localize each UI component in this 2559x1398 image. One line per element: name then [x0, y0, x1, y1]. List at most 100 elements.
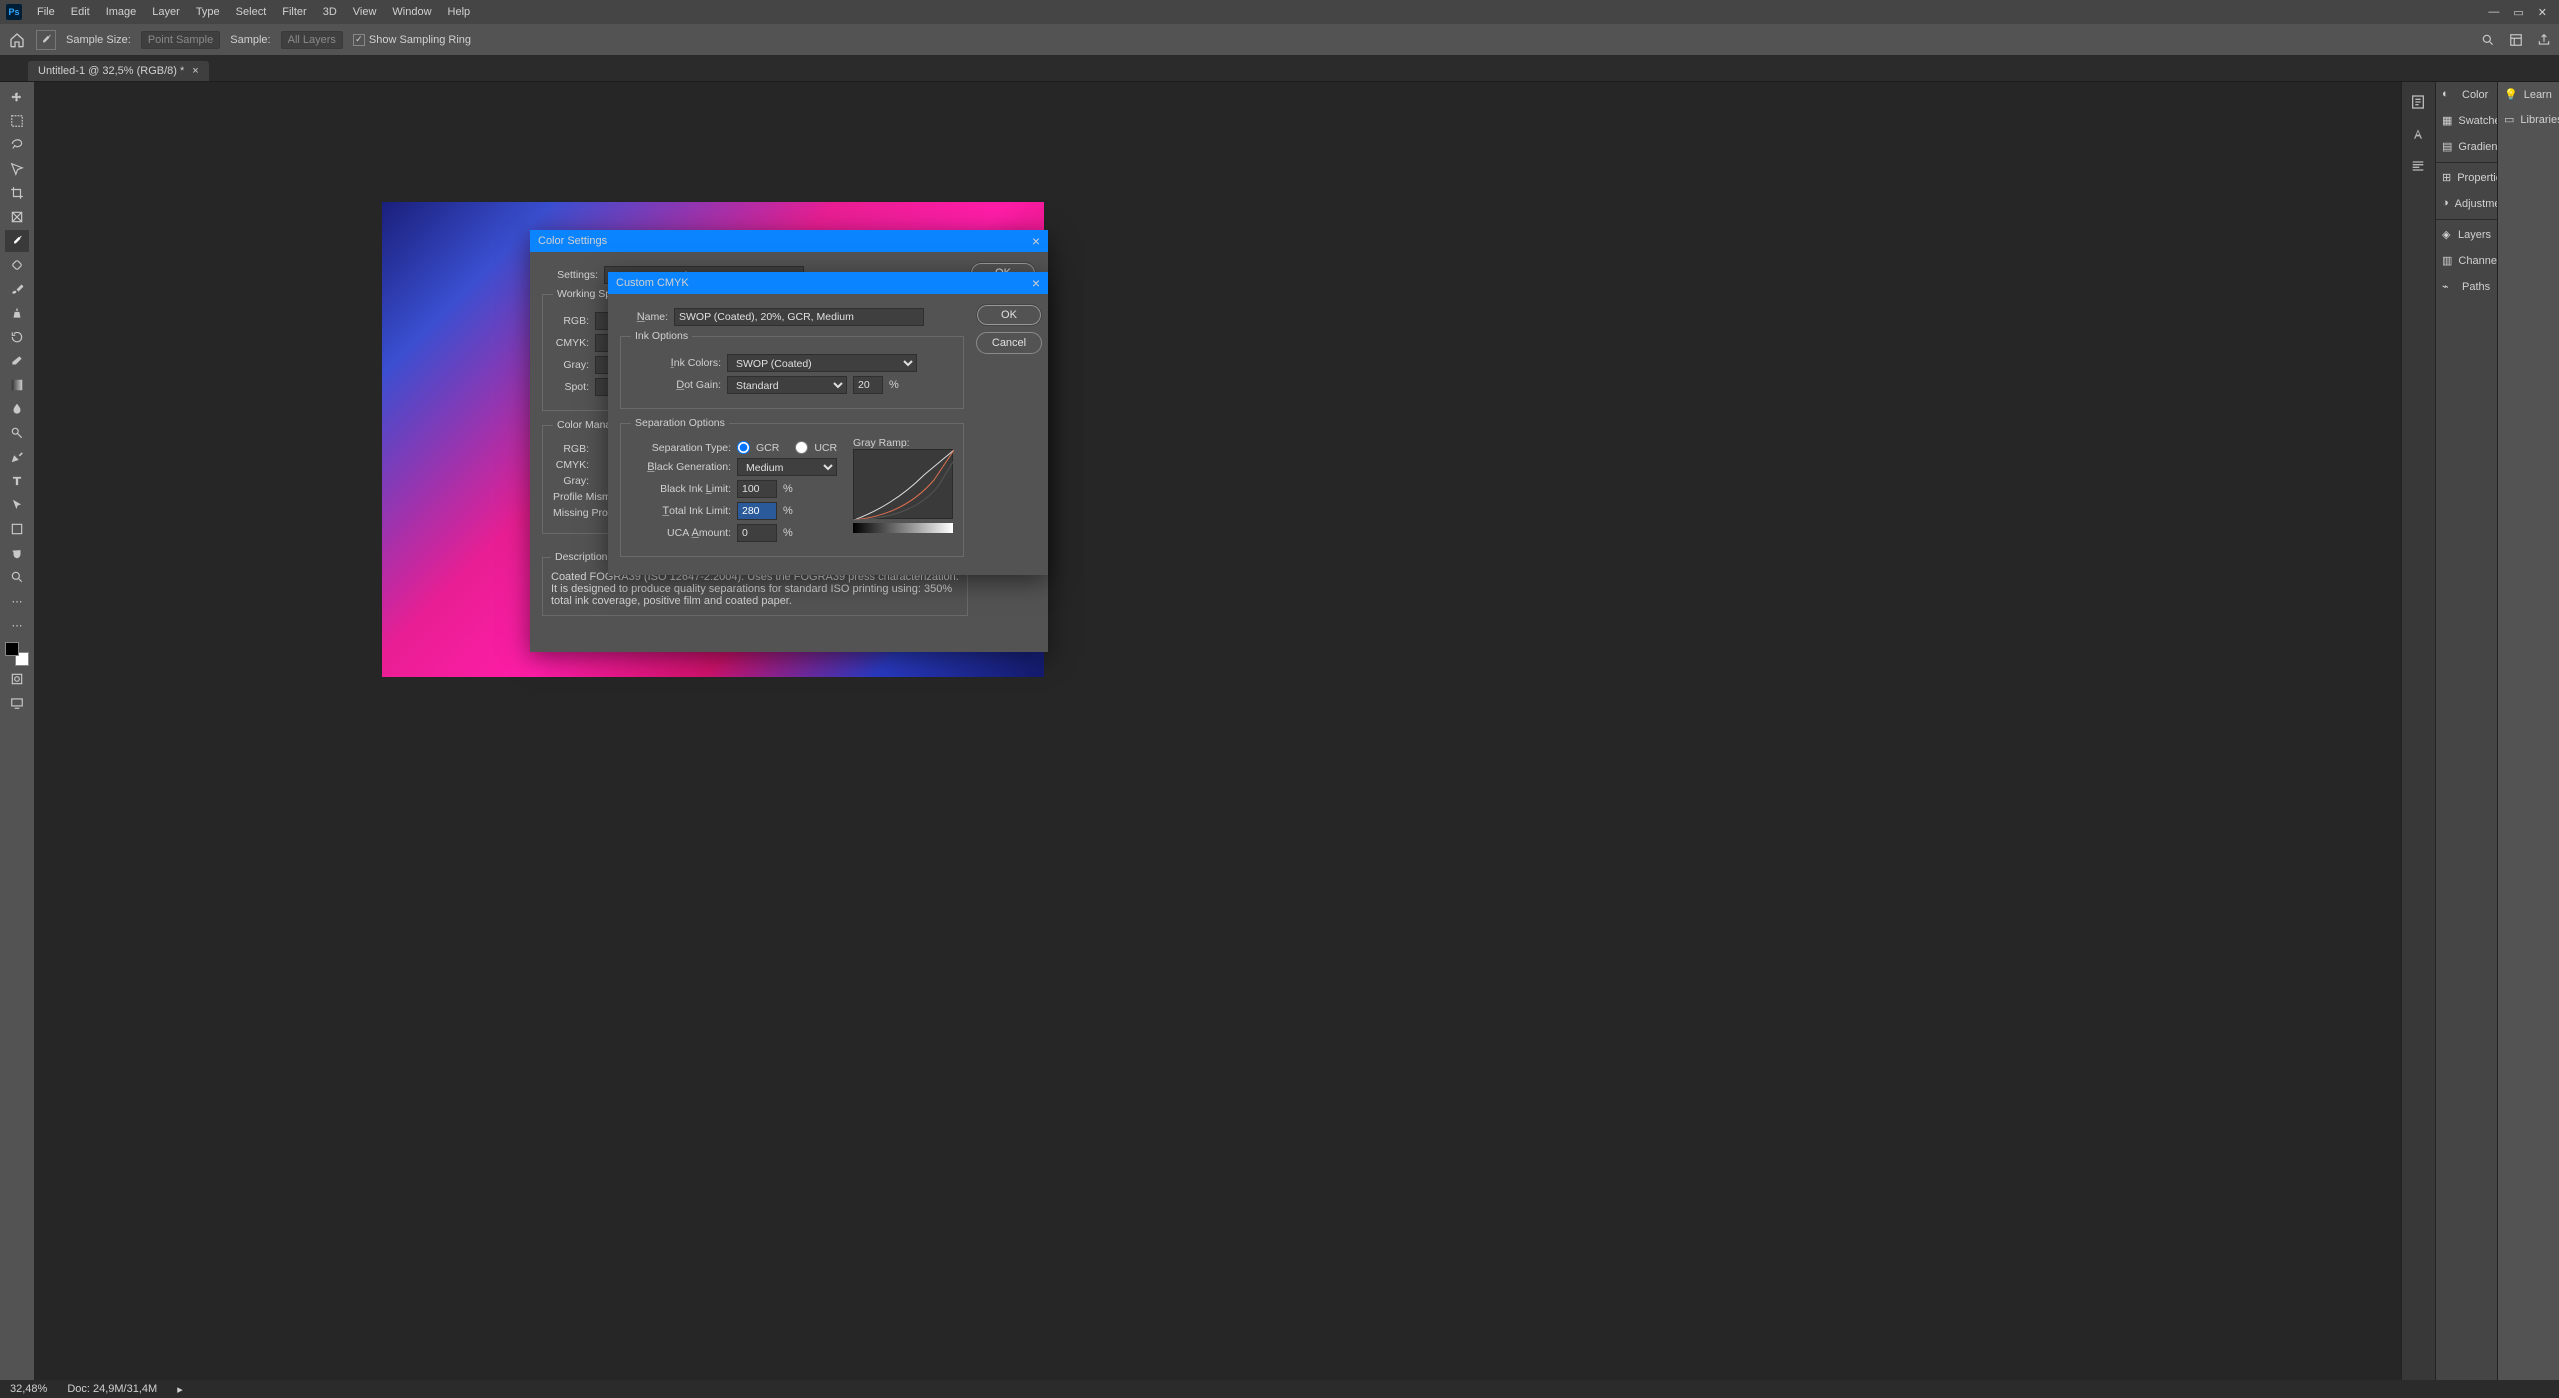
dot-gain-label: Dot Gain:	[631, 379, 721, 391]
canvas[interactable]	[34, 82, 2401, 1380]
learn-panel-tab[interactable]: 💡Learn	[2498, 82, 2559, 107]
screen-mode-icon[interactable]	[5, 692, 29, 714]
adjustments-panel-tab[interactable]: ◑Adjustme...	[2436, 191, 2497, 217]
crop-tool[interactable]	[5, 182, 29, 204]
layers-panel-tab[interactable]: ◈Layers	[2436, 222, 2497, 248]
document-tabbar: Untitled-1 @ 32,5% (RGB/8) * ×	[0, 56, 2559, 82]
shape-tool[interactable]	[5, 518, 29, 540]
black-limit-input[interactable]	[737, 480, 777, 498]
total-limit-input[interactable]	[737, 502, 777, 520]
home-icon[interactable]	[8, 31, 26, 49]
menu-file[interactable]: File	[30, 0, 62, 24]
ucr-radio[interactable]	[795, 441, 808, 454]
uca-input[interactable]	[737, 524, 777, 542]
character-panel-icon[interactable]	[2410, 126, 2428, 144]
clone-tool[interactable]	[5, 302, 29, 324]
hand-tool[interactable]	[5, 542, 29, 564]
description-legend: Description	[551, 551, 612, 563]
cmyk-titlebar[interactable]: Custom CMYK ×	[608, 272, 1048, 294]
cmyk-close-icon[interactable]: ×	[1032, 276, 1040, 290]
cm-cmyk-label: CMYK:	[553, 459, 589, 471]
black-gen-select[interactable]: Medium	[737, 458, 837, 476]
eraser-tool[interactable]	[5, 350, 29, 372]
dodge-tool[interactable]	[5, 422, 29, 444]
tools-panel: ⋯ ⋯	[0, 82, 34, 1380]
channels-panel-tab[interactable]: ▥Channels	[2436, 248, 2497, 274]
gray-ramp-label: Gray Ramp:	[853, 437, 910, 449]
swatches-panel-tab[interactable]: ▦Swatches	[2436, 108, 2497, 134]
custom-cmyk-dialog: Custom CMYK × Name: Ink Options Ink Colo…	[608, 272, 1048, 575]
dot-gain-select[interactable]: Standard	[727, 376, 847, 394]
show-sampling-ring-checkbox[interactable]: ✓	[353, 34, 365, 46]
adjustments-icon: ◑	[2442, 197, 2449, 211]
tab-close-icon[interactable]: ×	[192, 65, 198, 77]
color-wheel-icon: ◐	[2442, 88, 2456, 102]
sample-size-select[interactable]: Point Sample	[141, 31, 220, 49]
lasso-tool[interactable]	[5, 134, 29, 156]
brush-tool[interactable]	[5, 278, 29, 300]
color-settings-titlebar[interactable]: Color Settings ×	[530, 230, 1048, 252]
eyedropper-tool[interactable]	[5, 230, 29, 252]
document-tab[interactable]: Untitled-1 @ 32,5% (RGB/8) * ×	[28, 61, 209, 81]
paths-panel-tab[interactable]: ⌁Paths	[2436, 274, 2497, 300]
menu-filter[interactable]: Filter	[275, 0, 313, 24]
color-panel-tab[interactable]: ◐Color	[2436, 82, 2497, 108]
cmyk-name-input[interactable]	[674, 308, 924, 326]
pen-tool[interactable]	[5, 446, 29, 468]
doc-size[interactable]: Doc: 24,9M/31,4M	[67, 1383, 157, 1395]
edit-toolbar-icon[interactable]: ⋯	[5, 614, 29, 636]
window-minimize-icon[interactable]: —	[2488, 6, 2499, 19]
gradient-tool[interactable]	[5, 374, 29, 396]
ucr-label: UCR	[814, 442, 837, 454]
lightbulb-icon: 💡	[2504, 88, 2518, 101]
libraries-panel-tab[interactable]: ▭Libraries	[2498, 107, 2559, 132]
menu-help[interactable]: Help	[441, 0, 478, 24]
blur-tool[interactable]	[5, 398, 29, 420]
search-icon[interactable]	[2481, 33, 2495, 47]
separation-options-legend: Separation Options	[631, 417, 729, 429]
menu-type[interactable]: Type	[189, 0, 227, 24]
window-close-icon[interactable]: ✕	[2538, 6, 2547, 19]
status-bar: 32,48% Doc: 24,9M/31,4M ▸	[0, 1380, 2559, 1398]
window-restore-icon[interactable]: ▭	[2513, 6, 2523, 19]
color-settings-close-icon[interactable]: ×	[1032, 234, 1040, 248]
status-chevron-icon[interactable]: ▸	[177, 1383, 183, 1396]
type-tool[interactable]	[5, 470, 29, 492]
move-tool[interactable]	[5, 86, 29, 108]
menu-view[interactable]: View	[346, 0, 384, 24]
more-tools-icon[interactable]: ⋯	[5, 590, 29, 612]
menu-edit[interactable]: Edit	[64, 0, 97, 24]
separation-type-label: Separation Type:	[631, 442, 731, 454]
workspace-icon[interactable]	[2509, 33, 2523, 47]
libraries-icon: ▭	[2504, 113, 2514, 126]
menu-layer[interactable]: Layer	[145, 0, 187, 24]
history-brush-tool[interactable]	[5, 326, 29, 348]
sample-select[interactable]: All Layers	[281, 31, 343, 49]
zoom-tool[interactable]	[5, 566, 29, 588]
dot-gain-input[interactable]	[853, 376, 883, 394]
gradients-icon: ▤	[2442, 140, 2452, 154]
zoom-level[interactable]: 32,48%	[10, 1383, 47, 1395]
quick-mask-icon[interactable]	[5, 668, 29, 690]
ink-colors-select[interactable]: SWOP (Coated)	[727, 354, 917, 372]
properties-panel-tab[interactable]: ⊞Properties	[2436, 165, 2497, 191]
fg-bg-colors[interactable]	[5, 642, 29, 666]
quick-select-tool[interactable]	[5, 158, 29, 180]
cmyk-ok-button[interactable]: OK	[976, 304, 1042, 326]
marquee-tool[interactable]	[5, 110, 29, 132]
history-panel-icon[interactable]	[2410, 94, 2428, 112]
menu-window[interactable]: Window	[385, 0, 438, 24]
menu-3d[interactable]: 3D	[316, 0, 344, 24]
healing-tool[interactable]	[5, 254, 29, 276]
paragraph-panel-icon[interactable]	[2410, 158, 2428, 176]
gcr-radio[interactable]	[737, 441, 750, 454]
menu-select[interactable]: Select	[229, 0, 274, 24]
path-select-tool[interactable]	[5, 494, 29, 516]
share-icon[interactable]	[2537, 33, 2551, 47]
gradients-panel-tab[interactable]: ▤Gradients	[2436, 134, 2497, 160]
panel-group-learn: 💡Learn ▭Libraries	[2497, 82, 2559, 1380]
frame-tool[interactable]	[5, 206, 29, 228]
cmyk-cancel-button[interactable]: Cancel	[976, 332, 1042, 354]
black-limit-pct: %	[783, 483, 793, 495]
menu-image[interactable]: Image	[99, 0, 144, 24]
